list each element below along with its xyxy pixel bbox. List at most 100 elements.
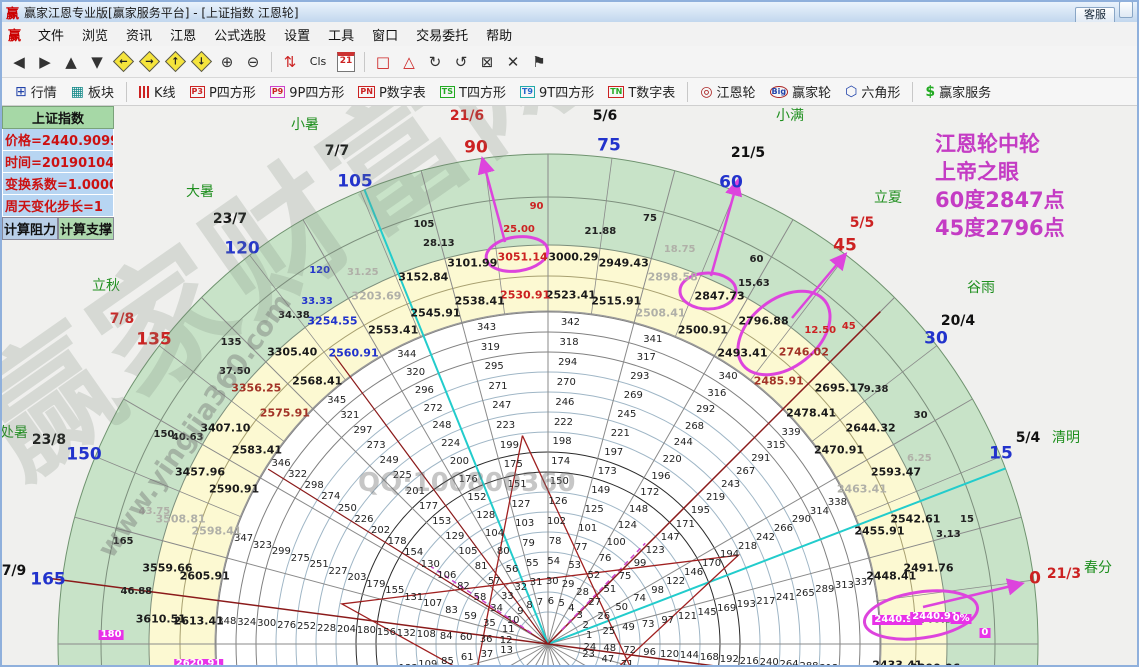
annotation-line: 江恩轮中轮 bbox=[935, 132, 1040, 156]
ring-number: 343 bbox=[477, 321, 497, 333]
board-icon[interactable]: ⚑ bbox=[527, 50, 551, 74]
price-label: 3457.96 bbox=[174, 465, 226, 479]
calendar-icon[interactable]: 21 bbox=[334, 50, 358, 74]
menu-item-窗口[interactable]: 窗口 bbox=[363, 27, 407, 46]
ring-number: 320 bbox=[406, 366, 426, 378]
ring-number: 125 bbox=[584, 503, 604, 515]
percent-label: 37.50 bbox=[218, 365, 251, 377]
percent-label: 18.75 bbox=[663, 244, 696, 256]
ring-number: 202 bbox=[370, 525, 391, 537]
view-button-T数字表[interactable]: TN T数字表 bbox=[601, 80, 682, 103]
shift-up-icon[interactable]: ↑ bbox=[163, 50, 187, 74]
ring-number: 147 bbox=[660, 531, 680, 543]
ring-number: 50 bbox=[615, 602, 629, 614]
rotate-ccw-icon[interactable]: ↺ bbox=[449, 50, 473, 74]
nav-right-icon[interactable]: ▶ bbox=[33, 50, 57, 74]
fit-icon[interactable]: ⊠ bbox=[475, 50, 499, 74]
ring-number: 248 bbox=[432, 420, 452, 432]
view-button-P数字表[interactable]: PN P数字表 bbox=[351, 80, 432, 103]
index-value-row: 时间=20190104 bbox=[2, 151, 114, 173]
view-button-赢家服务[interactable]: $ 赢家服务 bbox=[918, 80, 998, 103]
shift-right-icon[interactable]: → bbox=[137, 50, 161, 74]
ring-number: 55 bbox=[525, 557, 539, 569]
square-tool-icon[interactable]: □ bbox=[371, 50, 395, 74]
view-label: K线 bbox=[154, 86, 176, 101]
nav-down-icon[interactable]: ▼ bbox=[85, 50, 109, 74]
center-icon[interactable]: ✕ bbox=[501, 50, 525, 74]
price-label: 2746.02 bbox=[778, 345, 829, 359]
ring-number: 323 bbox=[252, 539, 272, 551]
index-values: 价格=2440.9099时间=20190104变换系数=1.00000周天变化步… bbox=[2, 129, 114, 217]
partial-button[interactable] bbox=[1119, 2, 1133, 18]
price-label: 2605.91 bbox=[179, 569, 230, 583]
ring-number: 8 bbox=[526, 600, 533, 612]
menu-item-江恩[interactable]: 江恩 bbox=[161, 27, 205, 46]
ring-number: 274 bbox=[321, 491, 341, 503]
P3-icon: P3 bbox=[189, 85, 205, 98]
ring-number: 54 bbox=[547, 556, 561, 568]
solar-term-label: 处暑 bbox=[2, 425, 28, 441]
customer-service-button[interactable]: 客服 bbox=[1075, 6, 1115, 24]
zoom-in-icon[interactable]: ⊕ bbox=[215, 50, 239, 74]
menu-item-交易委托[interactable]: 交易委托 bbox=[407, 27, 477, 46]
ring-number: 340 bbox=[718, 371, 738, 383]
cls-button[interactable]: Cls bbox=[304, 50, 332, 74]
view-button-行情[interactable]: ⊞ 行情 bbox=[8, 80, 64, 103]
view-button-赢家轮[interactable]: Big 赢家轮 bbox=[763, 80, 839, 103]
ring-number: 76 bbox=[598, 553, 612, 565]
price-label: 2470.91 bbox=[813, 443, 865, 457]
menu-item-公式选股[interactable]: 公式选股 bbox=[205, 27, 275, 46]
view-button-板块[interactable]: ▦ 板块 bbox=[64, 80, 121, 103]
menu-item-工具[interactable]: 工具 bbox=[319, 27, 363, 46]
shift-down-icon[interactable]: ↓ bbox=[189, 50, 213, 74]
view-button-9T四方形[interactable]: T9 9T四方形 bbox=[513, 80, 601, 103]
calc-resistance-button[interactable]: 计算阻力 bbox=[2, 217, 58, 240]
ring-number: 13 bbox=[500, 645, 513, 657]
view-button-9P四方形[interactable]: P9 9P四方形 bbox=[263, 80, 352, 103]
menu-item-帮助[interactable]: 帮助 bbox=[477, 27, 521, 46]
view-button-六角形[interactable]: ⬡ 六角形 bbox=[838, 80, 907, 103]
menu-item-浏览[interactable]: 浏览 bbox=[73, 27, 117, 46]
ring-number: 171 bbox=[675, 518, 695, 530]
ring-number: 82 bbox=[457, 580, 470, 592]
view-button-江恩轮[interactable]: ◎ 江恩轮 bbox=[693, 80, 762, 103]
ring-number: 83 bbox=[445, 604, 458, 616]
ring-number: 120 bbox=[659, 648, 680, 660]
highlighted-value: 0 bbox=[979, 626, 991, 638]
ring-number: 312 bbox=[819, 663, 838, 665]
ring-number: 249 bbox=[379, 455, 399, 467]
ring-number: 31 bbox=[529, 577, 543, 589]
gann-wheel-chart[interactable]: 23 24 1 2 3 4 5 6 7 8 9 10 11 12 13 47 48 25 26 27 28 29 30 31 3… bbox=[2, 106, 1137, 665]
view-button-T四方形[interactable]: TS T四方形 bbox=[433, 80, 513, 103]
ring-number: 224 bbox=[441, 438, 461, 450]
view-button-P四方形[interactable]: P3 P四方形 bbox=[183, 80, 263, 103]
magenta-annotation: 江恩轮中轮 上帝之眼 60度2847点 45度2796点 bbox=[935, 130, 1065, 242]
annotation-line: 45度2796点 bbox=[935, 216, 1065, 240]
view-button-K线[interactable]: K线 bbox=[132, 80, 183, 103]
ring-number: 52 bbox=[587, 570, 601, 582]
menu-logo-icon: 赢 bbox=[8, 28, 22, 44]
ring-number: 324 bbox=[237, 616, 257, 628]
zoom-out-icon[interactable]: ⊖ bbox=[241, 50, 265, 74]
updown-icon[interactable]: ⇅ bbox=[278, 50, 302, 74]
nav-left-icon[interactable]: ◀ bbox=[7, 50, 31, 74]
nav-up-icon[interactable]: ▲ bbox=[59, 50, 83, 74]
date-label: 5/5 bbox=[849, 215, 875, 231]
ring-number: 122 bbox=[666, 575, 686, 587]
price-label: 2560.91 bbox=[328, 346, 379, 360]
ring-number: 81 bbox=[474, 561, 488, 573]
menu-item-设置[interactable]: 设置 bbox=[275, 27, 319, 46]
titlebar-buttons: 客服 bbox=[1075, 2, 1137, 24]
rotate-cw-icon[interactable]: ↻ bbox=[423, 50, 447, 74]
ring-number: 75 bbox=[618, 571, 632, 583]
ring-number: 60 bbox=[459, 632, 473, 644]
degree-label: 150 bbox=[153, 429, 175, 441]
ring-number: 97 bbox=[661, 614, 675, 626]
calc-support-button[interactable]: 计算支撑 bbox=[58, 217, 114, 240]
date-label: 21/6 bbox=[449, 108, 485, 124]
menu-item-资讯[interactable]: 资讯 bbox=[117, 27, 161, 46]
shift-left-icon[interactable]: ← bbox=[111, 50, 135, 74]
menu-item-文件[interactable]: 文件 bbox=[29, 27, 73, 46]
triangle-tool-icon[interactable]: △ bbox=[397, 50, 421, 74]
outer-degree-label: 165 bbox=[30, 569, 66, 590]
